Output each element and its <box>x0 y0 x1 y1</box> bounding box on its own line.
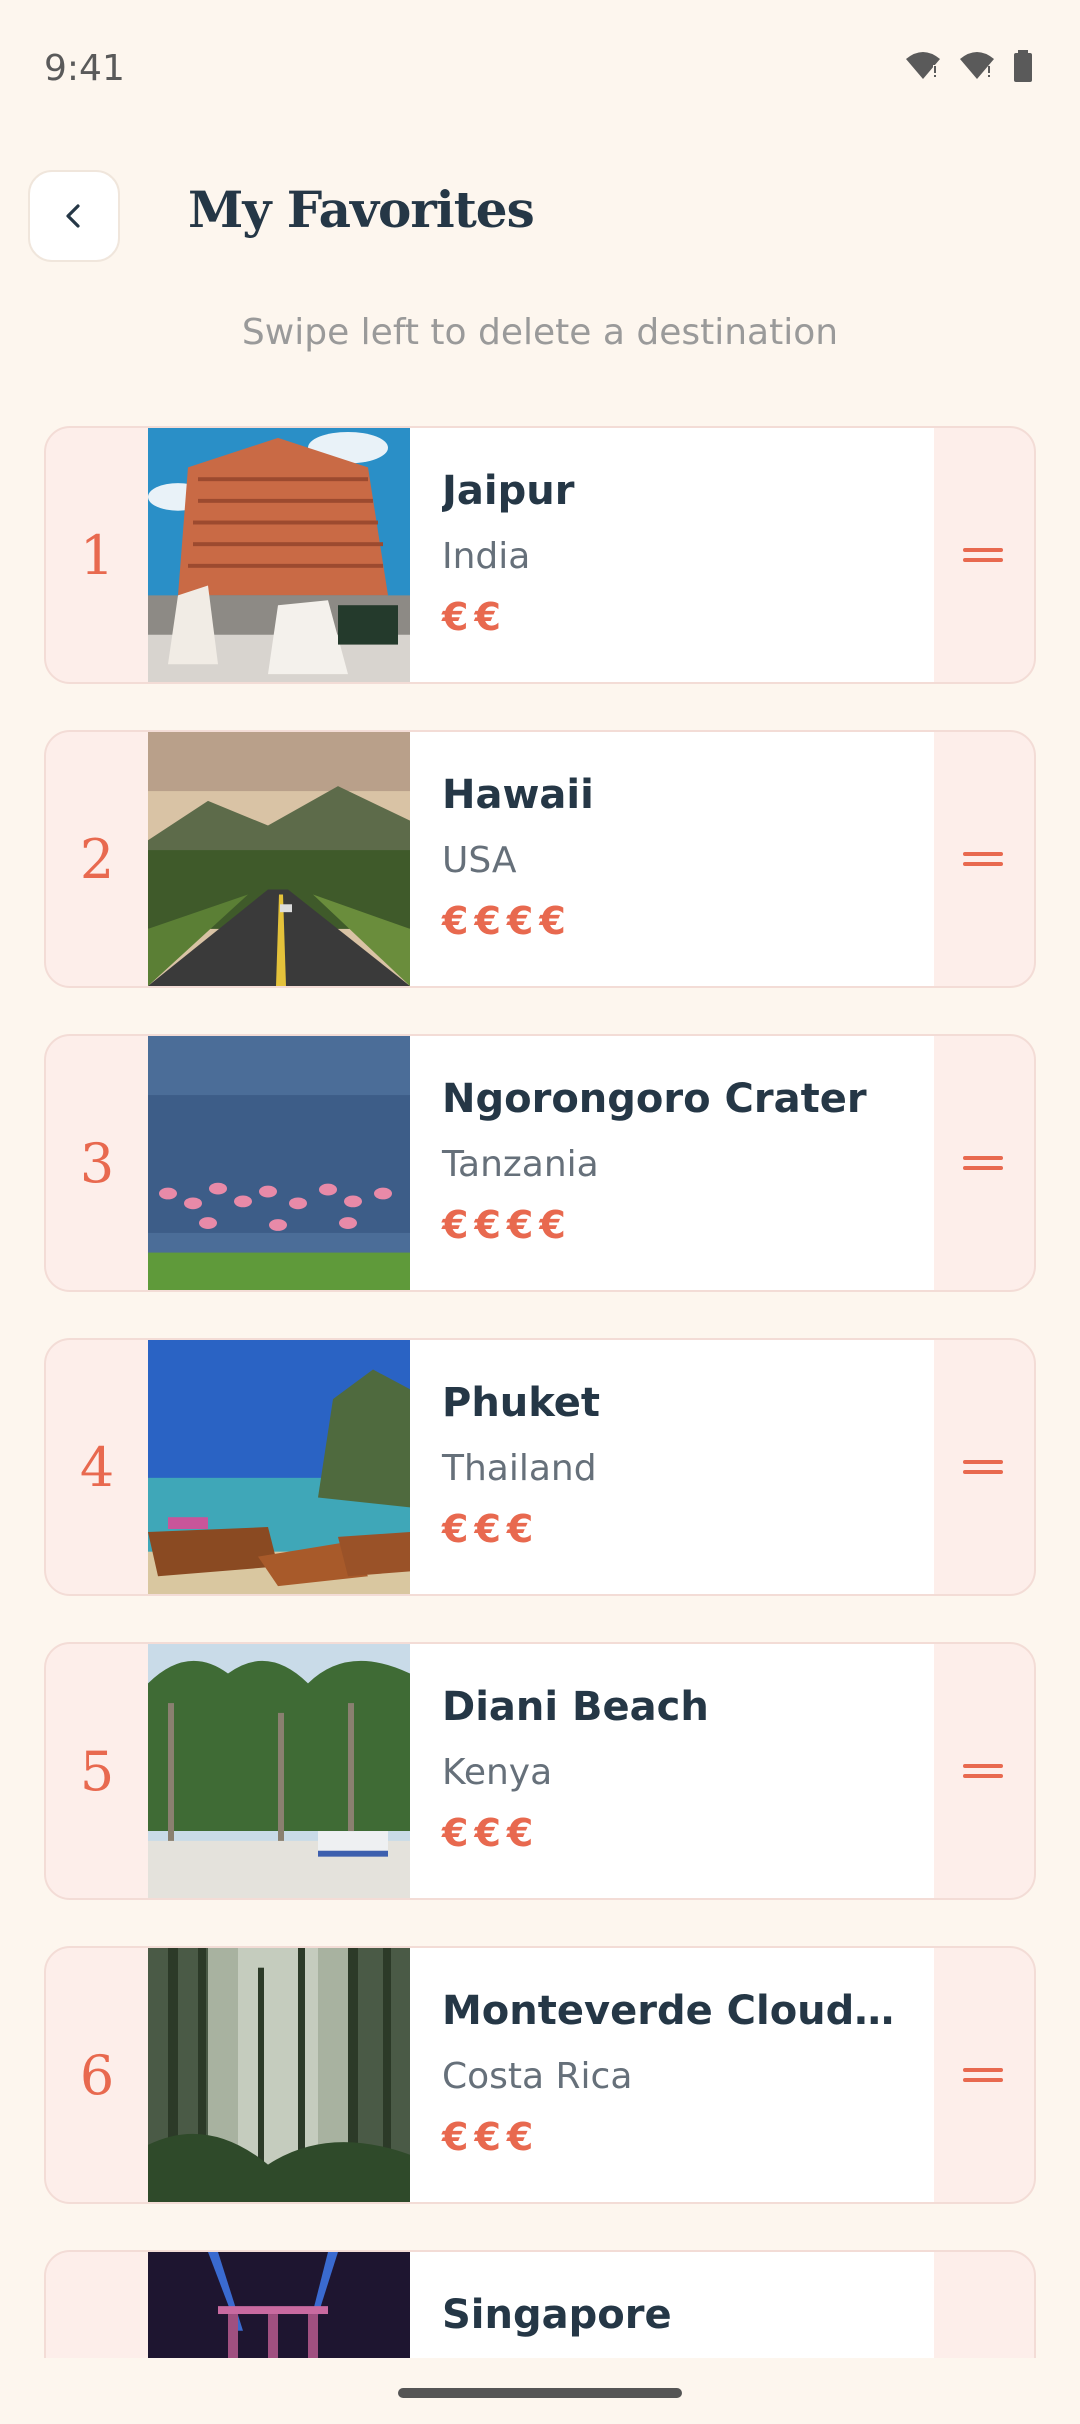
destination-info: Jaipur India €€ <box>410 428 934 682</box>
drag-handle-icon <box>963 2066 1003 2084</box>
home-indicator[interactable] <box>398 2388 682 2398</box>
destination-image <box>148 1340 410 1594</box>
destination-name: Jaipur <box>442 468 575 514</box>
destination-name: Hawaii <box>442 772 594 818</box>
drag-handle-icon <box>963 546 1003 564</box>
drag-handle-icon <box>963 1762 1003 1780</box>
drag-handle[interactable] <box>932 1340 1034 1594</box>
destination-country: USA <box>442 840 517 881</box>
rank-number: 3 <box>79 1131 115 1195</box>
price-level: €€€ <box>442 1811 540 1855</box>
rank-number: 6 <box>79 2043 115 2107</box>
rank-number: 4 <box>79 1435 115 1499</box>
destination-image <box>148 428 410 682</box>
destination-country: Costa Rica <box>442 2056 633 2097</box>
drag-handle[interactable] <box>932 1948 1034 2202</box>
favorite-card-phuket[interactable]: 4 Phuket Thailand €€€ <box>44 1338 1036 1596</box>
favorite-card-diani-beach[interactable]: 5 Diani Beach Kenya €€€ <box>44 1642 1036 1900</box>
price-level: €€€€ <box>442 1203 572 1247</box>
destination-info: Monteverde Cloud Fo… Costa Rica €€€ <box>410 1948 934 2202</box>
destination-image <box>148 2252 410 2358</box>
rank-number: 5 <box>79 1739 115 1803</box>
destination-country: Kenya <box>442 1752 553 1793</box>
destination-country: Tanzania <box>442 1144 599 1185</box>
destination-info: Hawaii USA €€€€ <box>410 732 934 986</box>
drag-handle[interactable] <box>932 428 1034 682</box>
price-level: €€€€ <box>442 899 572 943</box>
favorite-card-hawaii[interactable]: 2 Hawaii USA €€€€ <box>44 730 1036 988</box>
drag-handle[interactable] <box>932 1644 1034 1898</box>
destination-info: Phuket Thailand €€€ <box>410 1340 934 1594</box>
favorite-card-monteverde-cloud-forest[interactable]: 6 Monteverde Cloud Fo… Costa Rica €€€ <box>44 1946 1036 2204</box>
status-time: 9:41 <box>44 48 125 89</box>
destination-country: India <box>442 536 531 577</box>
favorite-card-singapore[interactable]: Singapore <box>44 2250 1036 2358</box>
status-bar: 9:41 <box>0 0 1080 140</box>
rank-number <box>46 2252 148 2358</box>
drag-handle[interactable] <box>932 1036 1034 1290</box>
battery-icon <box>1014 50 1032 82</box>
price-level: €€ <box>442 595 507 639</box>
swipe-hint: Swipe left to delete a destination <box>241 312 839 353</box>
price-level: €€€ <box>442 2115 540 2159</box>
drag-handle-icon <box>963 1458 1003 1476</box>
destination-image <box>148 732 410 986</box>
rank-number: 2 <box>79 827 115 891</box>
destination-image <box>148 1948 410 2202</box>
chevron-left-icon <box>66 204 80 228</box>
destination-name: Ngorongoro Crater <box>442 1076 867 1122</box>
drag-handle-icon <box>963 850 1003 868</box>
drag-handle-icon <box>963 1154 1003 1172</box>
favorite-card-ngorongoro-crater[interactable]: 3 Ngorongoro Crater Tanzania €€€€ <box>44 1034 1036 1292</box>
drag-handle[interactable] <box>932 2252 1034 2358</box>
destination-name: Singapore <box>442 2292 672 2338</box>
signal-icon <box>960 52 994 79</box>
destination-info: Diani Beach Kenya €€€ <box>410 1644 934 1898</box>
destination-name: Diani Beach <box>442 1684 709 1730</box>
favorite-card-jaipur[interactable]: 1 Jaipur India €€ <box>44 426 1036 684</box>
destination-info: Singapore <box>410 2252 934 2358</box>
destination-info: Ngorongoro Crater Tanzania €€€€ <box>410 1036 934 1290</box>
destination-name: Phuket <box>442 1380 601 1426</box>
drag-handle[interactable] <box>932 732 1034 986</box>
destination-image <box>148 1644 410 1898</box>
destination-image <box>148 1036 410 1290</box>
back-button[interactable] <box>28 170 120 262</box>
favorites-list[interactable]: 1 Jaipur India €€ 2 Hawaii USA €€€€ 3 Ng… <box>44 426 1036 2358</box>
rank-number: 1 <box>79 523 115 587</box>
destination-country: Thailand <box>442 1448 597 1489</box>
price-level: €€€ <box>442 1507 540 1551</box>
page-title: My Favorites <box>188 180 535 239</box>
status-icons <box>904 50 1034 82</box>
destination-name: Monteverde Cloud Fo… <box>442 1988 902 2034</box>
header: My Favorites <box>0 160 1080 300</box>
wifi-icon <box>906 52 940 79</box>
